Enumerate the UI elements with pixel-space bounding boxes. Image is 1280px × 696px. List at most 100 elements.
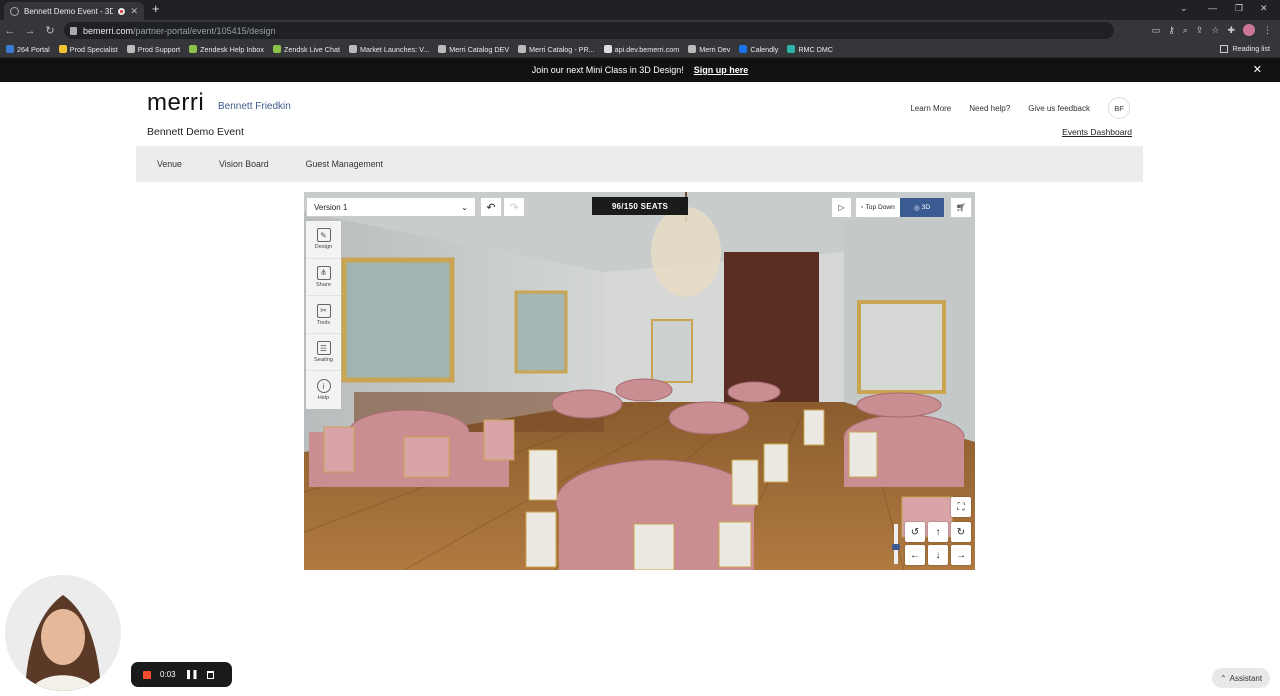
ballroom-3d-render[interactable] [304, 192, 975, 570]
arrow-left-icon: ← [910, 549, 920, 561]
bookmark-icon [126, 45, 135, 53]
recording-time: 0:03 [160, 670, 176, 679]
seat-count-badge: 96/150 SEATS [592, 197, 688, 215]
bookmark-item[interactable]: Prod Support [126, 45, 180, 54]
tab-title: Bennett Demo Event - 3D De [24, 6, 114, 16]
webcam-overlay [5, 575, 121, 691]
share-icon[interactable]: ⇪ [1196, 25, 1204, 36]
tool-share[interactable]: ⋔ Share [306, 259, 341, 297]
assistant-button[interactable]: ⌃ Assistant [1212, 668, 1270, 688]
bookmark-item[interactable]: Zendsk Live Chat [273, 45, 340, 54]
close-tab-icon[interactable]: ✕ [130, 6, 138, 17]
restore-icon[interactable]: ❐ [1235, 3, 1243, 14]
reading-list[interactable]: Reading list [1220, 44, 1270, 53]
chevron-down-icon[interactable]: ⌄ [1180, 3, 1188, 14]
undo-button[interactable]: ↶ [480, 197, 502, 217]
tab-venue[interactable]: Venue [157, 159, 182, 169]
stop-recording-icon[interactable] [143, 670, 151, 679]
rotate-left-button[interactable]: ↺ [905, 522, 925, 542]
view-mode-toggle[interactable]: ▫ Top Down ◎ 3D [855, 197, 945, 218]
chevron-up-icon: ⌃ [1219, 673, 1227, 683]
banner-close-icon[interactable]: ✕ [1253, 63, 1262, 76]
profile-avatar[interactable] [1243, 24, 1255, 36]
rotate-right-button[interactable]: ↻ [951, 522, 971, 542]
bookmark-item[interactable]: Calendly [739, 45, 778, 54]
pause-icon[interactable]: ❚❚ [185, 669, 199, 680]
fullscreen-button[interactable]: ⛶ [951, 497, 971, 517]
browser-tab-bar: Bennett Demo Event - 3D De ✕ + ⌄ — ❐ ✕ [0, 0, 1280, 20]
bookmark-item[interactable]: 264 Portal [6, 45, 50, 54]
trash-icon[interactable] [206, 670, 214, 679]
extensions-icon[interactable]: ✚ [1227, 25, 1235, 36]
version-select[interactable]: Version 1 ⌄ [306, 197, 476, 217]
bookmark-label: Merri Catalog - PR... [529, 44, 595, 54]
bookmark-label: Merri Dev [699, 44, 731, 54]
learn-more-link[interactable]: Learn More [910, 104, 951, 113]
bookmark-item[interactable]: Merri Dev [688, 45, 730, 54]
url-domain: bemerri.com [83, 25, 134, 36]
user-avatar[interactable]: BF [1108, 97, 1130, 119]
move-down-button[interactable]: ↓ [928, 545, 948, 565]
cart-button[interactable]: 🛒︎ [950, 197, 972, 218]
move-right-button[interactable]: → [951, 545, 971, 565]
top-down-label: Top Down [865, 204, 895, 211]
back-icon[interactable]: ← [0, 25, 20, 37]
3d-design-viewport[interactable]: Version 1 ⌄ ↶ ↷ 96/150 SEATS ▷ ▫ Top Down… [304, 192, 975, 570]
need-help-link[interactable]: Need help? [969, 104, 1010, 113]
presenter-video [5, 575, 121, 691]
bookmark-label: Calendly [750, 44, 779, 54]
bookmark-icon [603, 45, 612, 53]
bookmark-item[interactable]: Merri Catalog - PR... [518, 45, 595, 54]
minimize-icon[interactable]: — [1208, 3, 1217, 13]
merri-logo[interactable]: merri [147, 89, 204, 117]
bookmark-item[interactable]: RMC DMC [787, 45, 833, 54]
3d-label: 3D [921, 204, 931, 211]
tool-design[interactable]: ✎ Design [306, 221, 341, 259]
chevron-down-icon: ⌄ [461, 202, 468, 212]
tool-seating[interactable]: ☰ Seating [306, 334, 341, 372]
bookmark-item[interactable]: Prod Specialist [58, 45, 118, 54]
3d-view-button[interactable]: ◎ 3D [900, 198, 944, 217]
close-window-icon[interactable]: ✕ [1260, 3, 1268, 14]
bookmark-item[interactable]: Merri Catalog DEV [438, 45, 509, 54]
recording-indicator-icon [118, 7, 126, 15]
move-left-button[interactable]: ← [905, 545, 925, 565]
tool-label: Share [316, 281, 331, 288]
bookmark-item[interactable]: api.dev.bemerri.com [603, 44, 680, 54]
top-nav: Learn More Need help? Give us feedback B… [910, 97, 1130, 119]
events-dashboard-link[interactable]: Events Dashboard [1062, 127, 1132, 137]
bookmark-item[interactable]: Zendesk Help Inbox [189, 45, 264, 54]
star-icon[interactable]: ☆ [1211, 25, 1219, 36]
reading-list-icon [1220, 44, 1229, 53]
camera-icon[interactable]: ▭ [1152, 25, 1161, 36]
reload-icon[interactable]: ↻ [40, 24, 60, 37]
forward-icon[interactable]: → [20, 25, 40, 37]
redo-button[interactable]: ↷ [503, 197, 525, 217]
zoom-icon[interactable]: ⌕ [1183, 25, 1188, 36]
orbit-icon: ◎ [913, 204, 920, 212]
zoom-slider[interactable] [892, 524, 900, 564]
bookmark-label: api.dev.bemerri.com [614, 44, 680, 54]
sign-up-link[interactable]: Sign up here [694, 65, 749, 75]
bookmark-item[interactable]: Market Launches: V... [348, 44, 430, 54]
key-icon[interactable]: ⚷ [1168, 25, 1175, 36]
play-walkthrough-button[interactable]: ▷ [831, 197, 852, 218]
cart-icon: 🛒︎ [955, 203, 967, 212]
url-path: /partner-portal/event/105415/design [133, 25, 276, 36]
move-up-button[interactable]: ↑ [928, 522, 948, 542]
event-subnav: Venue Vision Board Guest Management [136, 146, 1143, 182]
tool-tools[interactable]: ✂ Tools [306, 296, 341, 334]
tab-guest-management[interactable]: Guest Management [306, 159, 383, 169]
browser-tab[interactable]: Bennett Demo Event - 3D De ✕ [4, 2, 144, 20]
top-down-view-button[interactable]: ▫ Top Down [856, 198, 900, 217]
feedback-link[interactable]: Give us feedback [1028, 104, 1090, 113]
url-field[interactable]: bemerri.com /partner-portal/event/105415… [64, 22, 1114, 39]
menu-icon[interactable]: ⋮ [1263, 25, 1272, 36]
bookmark-icon [348, 45, 357, 53]
tab-vision-board[interactable]: Vision Board [219, 159, 269, 169]
bookmark-label: Market Launches: V... [359, 44, 430, 54]
new-tab-button[interactable]: + [152, 2, 160, 16]
tool-label: Design [314, 244, 333, 251]
tool-help[interactable]: i Help [306, 371, 341, 409]
announcement-banner: Join our next Mini Class in 3D Design! S… [0, 58, 1280, 82]
